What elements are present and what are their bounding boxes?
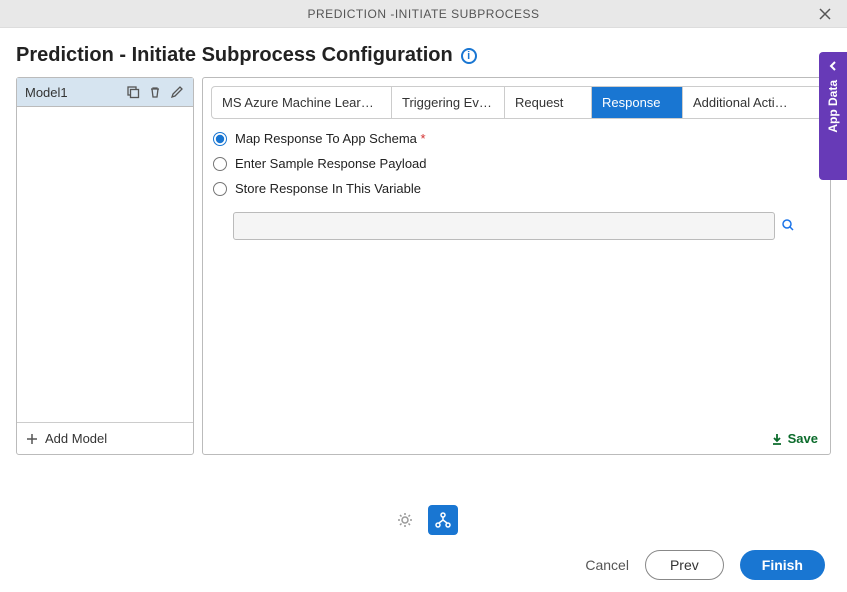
radio-sample-payload[interactable]: Enter Sample Response Payload <box>213 156 820 171</box>
window-titlebar: PREDICTION -INITIATE SUBPROCESS <box>0 0 847 28</box>
footer-buttons: Cancel Prev Finish <box>585 550 825 580</box>
search-icon <box>781 218 795 232</box>
variable-input-row <box>233 212 820 240</box>
variable-search-button[interactable] <box>781 218 797 234</box>
radio-store-input[interactable] <box>213 182 227 196</box>
page-title-row: Prediction - Initiate Subprocess Configu… <box>0 28 847 77</box>
save-label: Save <box>788 431 818 446</box>
radio-store-variable[interactable]: Store Response In This Variable <box>213 181 820 196</box>
workflow-button[interactable] <box>428 505 458 535</box>
tab-bar: MS Azure Machine Lear… Triggering Ev… Re… <box>211 86 822 119</box>
add-model-button[interactable]: Add Model <box>17 422 193 454</box>
app-data-panel-toggle[interactable]: App Data <box>819 52 847 180</box>
plus-icon <box>25 432 39 446</box>
gear-icon <box>395 510 415 530</box>
chevron-left-icon <box>827 60 839 72</box>
radio-map-label: Map Response To App Schema <box>235 131 417 146</box>
finish-button[interactable]: Finish <box>740 550 825 580</box>
tab-request[interactable]: Request <box>505 87 592 118</box>
close-button[interactable] <box>815 4 835 24</box>
tab-response[interactable]: Response <box>592 87 683 118</box>
trash-icon <box>148 85 162 99</box>
radio-map-input[interactable] <box>213 132 227 146</box>
variable-input[interactable] <box>233 212 775 240</box>
tab-azure-ml[interactable]: MS Azure Machine Lear… <box>212 87 392 118</box>
tab-triggering-events[interactable]: Triggering Ev… <box>392 87 505 118</box>
copy-icon <box>126 85 140 99</box>
page-title: Prediction - Initiate Subprocess Configu… <box>16 44 453 67</box>
radio-sample-input[interactable] <box>213 157 227 171</box>
copy-button[interactable] <box>125 84 141 100</box>
models-sidebar: Model1 Add Model <box>16 77 194 455</box>
info-icon[interactable]: i <box>461 48 477 64</box>
edit-button[interactable] <box>169 84 185 100</box>
radio-map-response[interactable]: Map Response To App Schema * <box>213 131 820 146</box>
settings-button[interactable] <box>390 505 420 535</box>
save-button[interactable]: Save <box>770 431 818 446</box>
workflow-icon <box>433 510 453 530</box>
tab-additional-actions[interactable]: Additional Acti… <box>683 87 800 118</box>
delete-button[interactable] <box>147 84 163 100</box>
config-panel: MS Azure Machine Lear… Triggering Ev… Re… <box>202 77 831 455</box>
pencil-icon <box>170 85 184 99</box>
response-radio-group: Map Response To App Schema * Enter Sampl… <box>211 131 822 240</box>
window-title: PREDICTION -INITIATE SUBPROCESS <box>308 7 540 21</box>
radio-store-label: Store Response In This Variable <box>235 181 421 196</box>
close-icon <box>818 7 832 21</box>
app-data-label: App Data <box>826 80 840 133</box>
model-label: Model1 <box>25 85 68 100</box>
model-item[interactable]: Model1 <box>17 78 193 107</box>
cancel-button[interactable]: Cancel <box>585 557 629 573</box>
required-marker: * <box>421 131 426 146</box>
add-model-label: Add Model <box>45 431 107 446</box>
radio-sample-label: Enter Sample Response Payload <box>235 156 427 171</box>
footer-icon-bar <box>0 505 847 535</box>
prev-button[interactable]: Prev <box>645 550 724 580</box>
download-icon <box>770 432 784 446</box>
